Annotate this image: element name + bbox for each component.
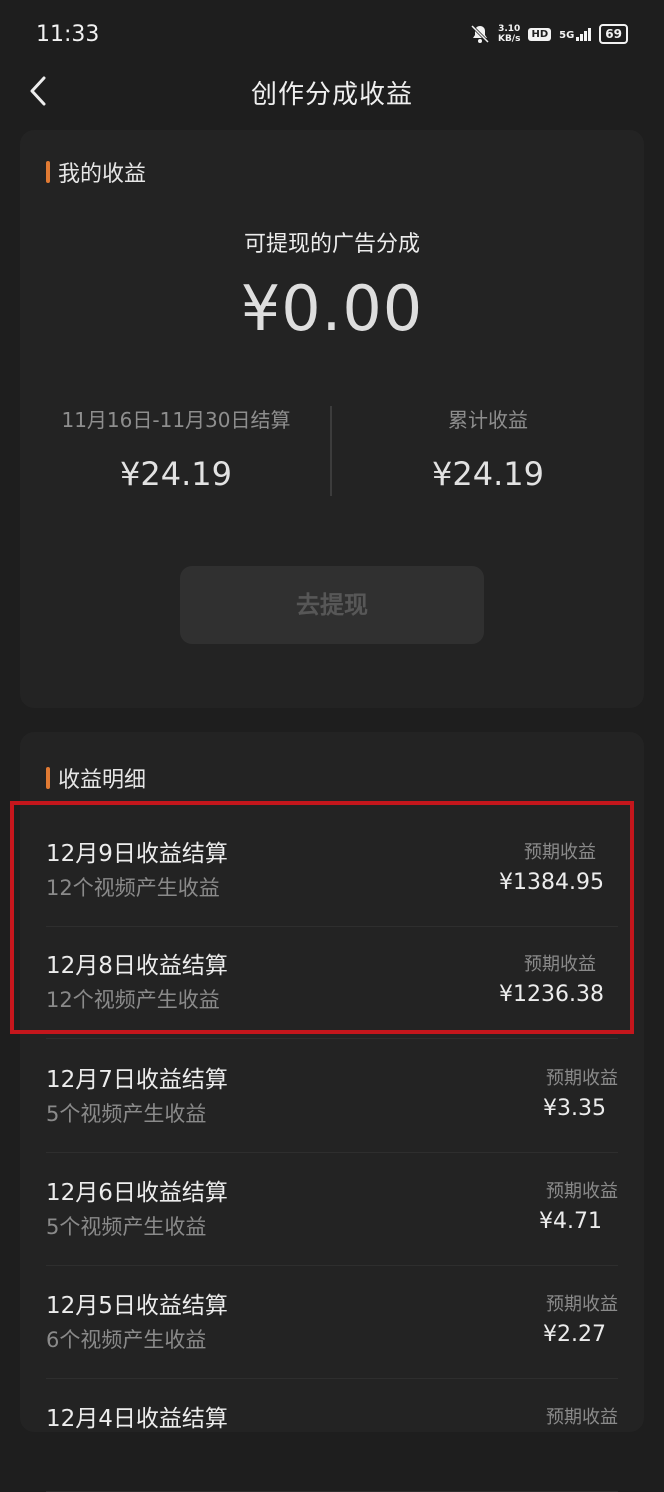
period-label: 11月16日-11月30日结算	[61, 408, 291, 432]
item-subtitle: 5个视频产生收益	[46, 1215, 207, 1239]
section-title-text: 我的收益	[58, 162, 147, 187]
app-header: 创作分成收益	[0, 70, 664, 114]
item-amount: ¥4.71	[539, 1209, 602, 1234]
section-title-text: 收益明细	[58, 768, 147, 793]
period-stat: 11月16日-11月30日结算 ¥24.19	[20, 404, 332, 493]
status-icons: 3.10 KB/s HD 5G 69	[470, 24, 628, 44]
item-title: 12月7日收益结算	[46, 1067, 228, 1093]
item-amount: ¥3.35	[543, 1096, 606, 1121]
section-title: 收益明细	[46, 762, 146, 794]
total-label: 累计收益	[448, 408, 528, 432]
page-title: 创作分成收益	[250, 80, 413, 110]
period-amount: ¥24.19	[120, 455, 232, 493]
network-type: 5G	[559, 30, 575, 41]
my-earnings-card: 我的收益 可提现的广告分成 ¥0.00 11月16日-11月30日结算 ¥24.…	[20, 130, 644, 708]
net-speed: 3.10 KB/s	[498, 24, 520, 44]
accent-bar	[46, 767, 50, 789]
list-item[interactable]: 12月6日收益结算 5个视频产生收益 预期收益 ¥4.71	[46, 1153, 618, 1266]
battery-icon: 69	[599, 24, 628, 44]
item-subtitle: 6个视频产生收益	[46, 1328, 207, 1352]
list-item[interactable]: 12月4日收益结算 预期收益	[46, 1379, 618, 1492]
status-time: 11:33	[36, 22, 100, 47]
item-label: 预期收益	[546, 1407, 618, 1428]
item-title: 12月5日收益结算	[46, 1293, 228, 1319]
section-title: 我的收益	[46, 156, 146, 188]
item-title: 12月4日收益结算	[46, 1406, 228, 1432]
item-amount: ¥2.27	[543, 1322, 606, 1347]
highlight-box	[10, 801, 634, 1034]
accent-bar	[46, 161, 50, 183]
total-amount: ¥24.19	[432, 455, 544, 493]
withdraw-button[interactable]: 去提现	[180, 566, 484, 644]
net-speed-value: 3.10	[498, 24, 521, 34]
item-subtitle: 5个视频产生收益	[46, 1102, 207, 1126]
total-stat: 累计收益 ¥24.19	[332, 404, 644, 493]
item-label: 预期收益	[546, 1068, 618, 1089]
available-amount: ¥0.00	[240, 272, 424, 345]
bell-off-icon	[470, 24, 490, 44]
hd-badge: HD	[528, 27, 552, 41]
item-title: 12月6日收益结算	[46, 1180, 228, 1206]
item-label: 预期收益	[546, 1181, 618, 1202]
signal-icon: 5G	[559, 27, 592, 41]
item-label: 预期收益	[546, 1294, 618, 1315]
status-bar: 11:33 3.10 KB/s HD 5G 69	[0, 0, 664, 70]
list-item[interactable]: 12月5日收益结算 6个视频产生收益 预期收益 ¥2.27	[46, 1266, 618, 1379]
list-item[interactable]: 12月7日收益结算 5个视频产生收益 预期收益 ¥3.35	[46, 1040, 618, 1153]
available-label: 可提现的广告分成	[243, 232, 420, 257]
net-speed-unit: KB/s	[497, 34, 521, 44]
